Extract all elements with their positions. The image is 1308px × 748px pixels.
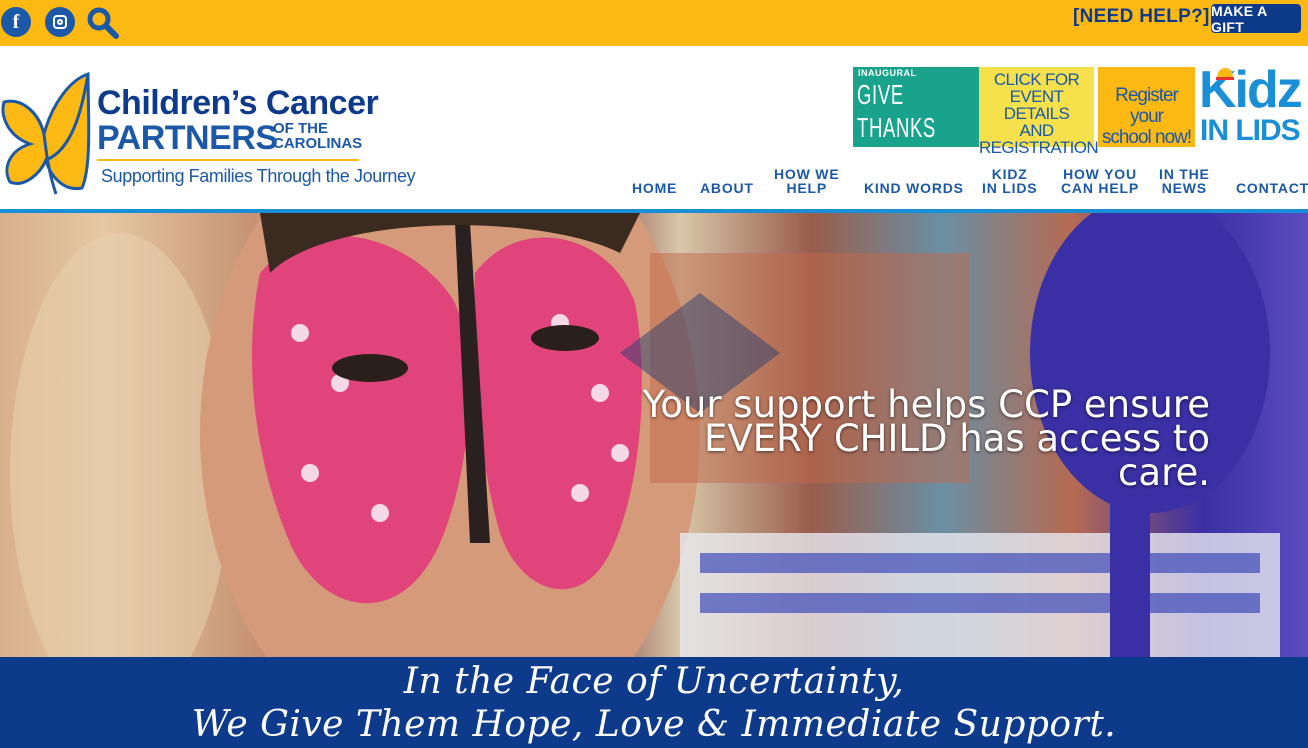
nav-kind-words[interactable]: KIND WORDS <box>864 181 964 195</box>
hero-caption: Your support helps CCP ensure EVERY CHIL… <box>642 383 1210 494</box>
search-icon[interactable] <box>86 6 120 40</box>
butterfly-logo-icon <box>1 71 91 195</box>
instagram-icon[interactable] <box>45 7 75 37</box>
need-help-link[interactable]: [NEED HELP?] <box>1073 6 1210 28</box>
nav-in-the-news[interactable]: IN THE NEWS <box>1159 167 1210 195</box>
nav-kidz-in-lids[interactable]: KIDZ IN LIDS <box>982 167 1037 195</box>
golf-tourney-banner[interactable]: INAUGURAL GIVE THANKS GOLF TOURNEY <box>853 67 979 147</box>
slogan-band: In the Face of Uncertainty, We Give Them… <box>0 657 1308 748</box>
instagram-glyph <box>53 15 67 29</box>
make-a-gift-button[interactable]: MAKE A GIFT <box>1211 3 1301 35</box>
site-logo[interactable]: Children’s Cancer PARTNERS OF THE CAROLI… <box>0 70 416 196</box>
slogan-line1: In the Face of Uncertainty, <box>403 661 905 702</box>
golf-banner-kicker: INAUGURAL <box>858 68 917 78</box>
facebook-glyph: f <box>12 10 20 33</box>
kidz-hat-icon <box>1216 67 1234 80</box>
logo-title-line2: PARTNERS <box>97 119 278 157</box>
nav-how-we-help[interactable]: HOW WE HELP <box>774 167 839 195</box>
facebook-icon[interactable]: f <box>1 7 31 37</box>
nav-how-you-can-help[interactable]: HOW YOU CAN HELP <box>1061 167 1139 195</box>
golf-banner-title: GIVE THANKS GOLF TOURNEY <box>857 79 936 147</box>
slogan-line2: We Give Them Hope, Love & Immediate Supp… <box>191 704 1117 745</box>
nav-about[interactable]: ABOUT <box>700 181 754 195</box>
nav-contact[interactable]: CONTACT <box>1236 181 1308 195</box>
register-school-banner[interactable]: Register your school now! <box>1098 67 1195 148</box>
logo-divider <box>97 159 359 161</box>
top-bar: f [NEED HELP?] MAKE A GIFT <box>0 0 1308 46</box>
nav-home[interactable]: HOME <box>632 181 677 195</box>
logo-tagline: Supporting Families Through the Journey <box>101 166 416 186</box>
event-details-banner[interactable]: CLICK FOR EVENT DETAILS AND REGISTRATION <box>979 67 1099 156</box>
logo-carolinas: OF THE CAROLINAS <box>273 120 363 152</box>
hero-image: Your support helps CCP ensure EVERY CHIL… <box>0 213 1308 657</box>
kidz-in-lids-logo[interactable]: Kidz IN LIDS <box>1197 61 1308 150</box>
logo-title-line1: Children’s Cancer <box>97 84 379 122</box>
kidz-logo-in-lids: IN LIDS <box>1200 114 1301 147</box>
